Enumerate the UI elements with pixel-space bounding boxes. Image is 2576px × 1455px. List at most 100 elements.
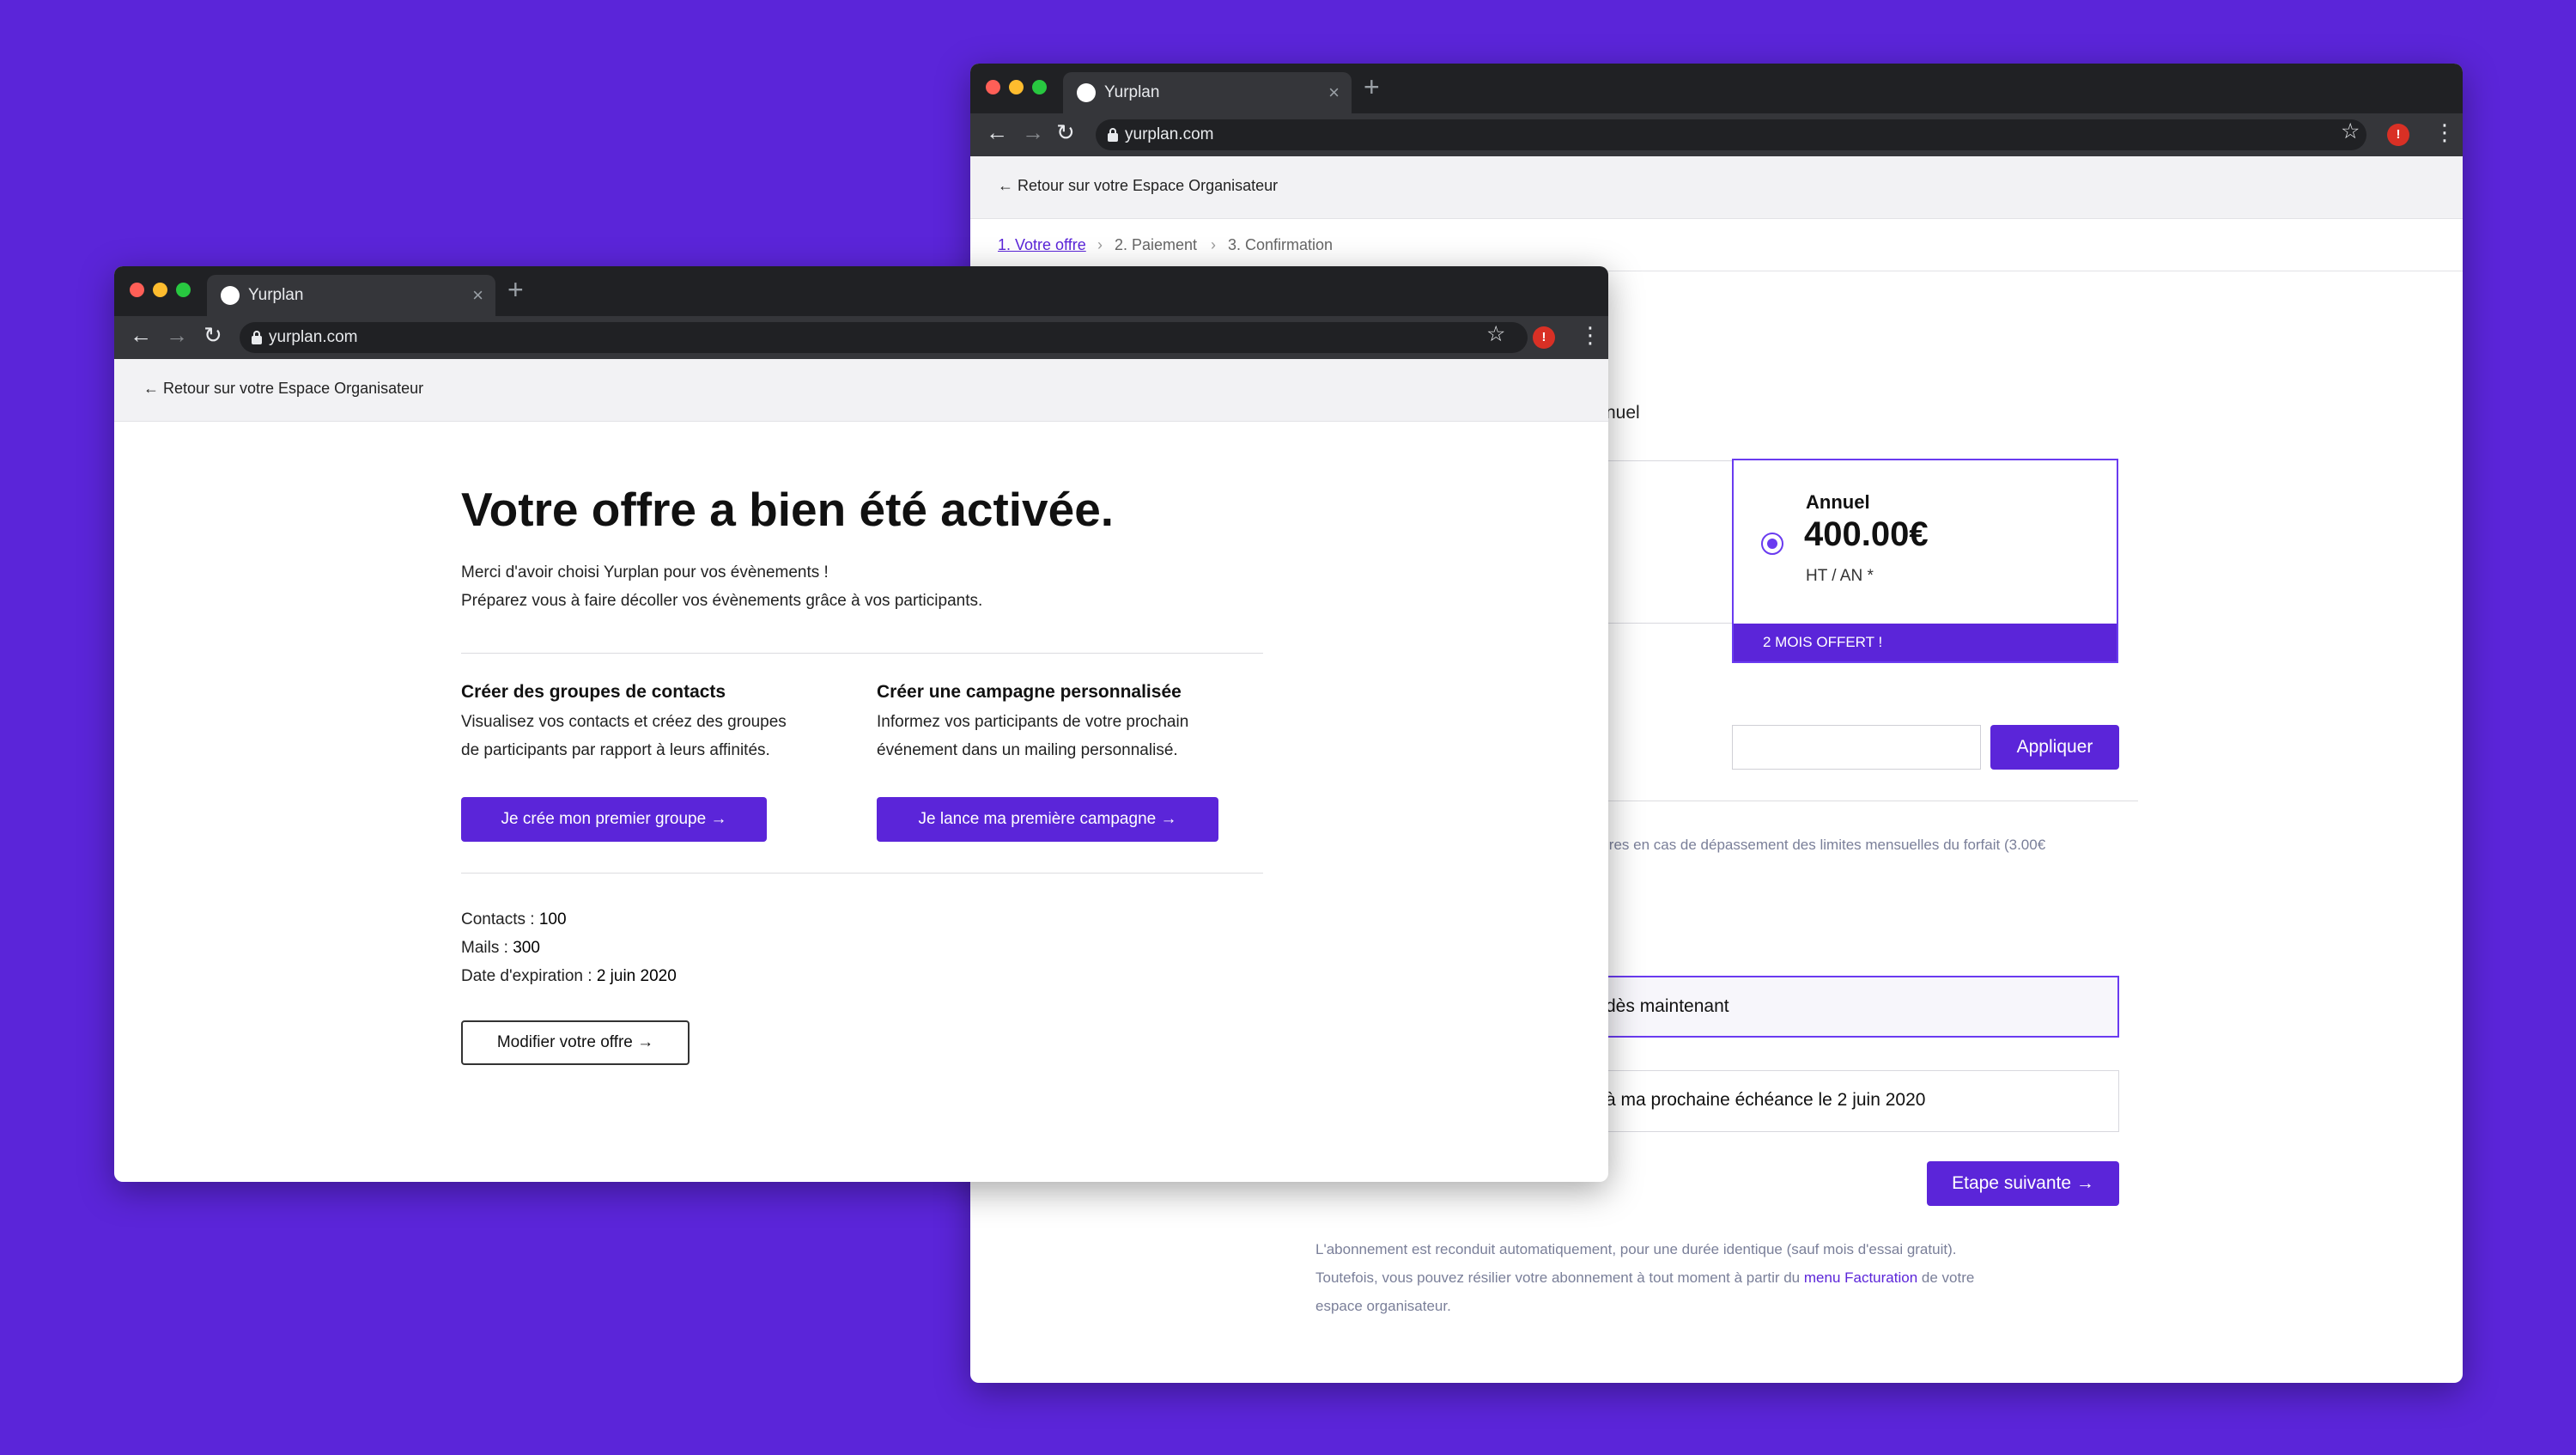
start-next-due-label: à ma prochaine échéance le 2 juin 2020 bbox=[1606, 1090, 1926, 1110]
organizer-bar: ← Retour sur votre Espace Organisateur bbox=[970, 156, 2463, 219]
section-title: Créer des groupes de contacts bbox=[461, 682, 726, 702]
url-text: yurplan.com bbox=[1125, 125, 1214, 143]
confirmation-content: Votre offre a bien été activée. Merci d'… bbox=[461, 481, 1268, 615]
reload-icon[interactable]: ↻ bbox=[1056, 121, 1075, 143]
divider bbox=[461, 653, 1263, 654]
overage-note: ires en cas de dépassement des limites m… bbox=[1606, 837, 2046, 853]
address-bar[interactable]: yurplan.com bbox=[1096, 119, 2366, 150]
close-window-button[interactable] bbox=[130, 283, 144, 297]
next-step-button[interactable]: Etape suivante → bbox=[1927, 1161, 2119, 1206]
back-arrow-icon[interactable]: ← bbox=[130, 324, 152, 346]
stat-value: 2 juin 2020 bbox=[596, 967, 677, 985]
stat-label: Date d'expiration : bbox=[461, 967, 597, 985]
stat-value: 100 bbox=[538, 910, 567, 928]
modify-offer-button[interactable]: Modifier votre offre → bbox=[461, 1020, 690, 1065]
intro-line: Préparez vous à faire décoller vos évène… bbox=[461, 592, 983, 610]
expiry-stat: Date d'expiration : 2 juin 2020 bbox=[461, 962, 677, 990]
section-title: Créer une campagne personnalisée bbox=[877, 682, 1182, 702]
contact-groups-section: Créer des groupes de contacts Visualisez… bbox=[461, 682, 848, 764]
stat-value: 300 bbox=[513, 939, 540, 957]
window-controls bbox=[130, 283, 191, 297]
browser-toolbar: ← → ↻ yurplan.com ☆ ! ⋮ bbox=[970, 113, 2463, 156]
footnote-text: de votre bbox=[1917, 1269, 1975, 1286]
minimize-window-button[interactable] bbox=[1009, 80, 1024, 94]
create-group-button[interactable]: Je crée mon premier groupe → bbox=[461, 797, 767, 842]
description-line: Visualisez vos contacts et créez des gro… bbox=[461, 713, 787, 731]
browser-menu-icon[interactable]: ⋮ bbox=[2433, 121, 2456, 143]
breadcrumb: 1. Votre offre › 2. Paiement › 3. Confir… bbox=[970, 219, 2463, 271]
close-window-button[interactable] bbox=[986, 80, 1000, 94]
tab-title: Yurplan bbox=[1104, 83, 1160, 101]
forward-arrow-icon[interactable]: → bbox=[1022, 121, 1044, 143]
breadcrumb-step-offer[interactable]: 1. Votre offre bbox=[998, 236, 1086, 254]
lock-icon bbox=[252, 331, 262, 344]
plan-offer-text: 2 MOIS OFFERT ! bbox=[1763, 634, 1883, 650]
description-line: événement dans un mailing personnalisé. bbox=[877, 741, 1178, 759]
breadcrumb-step-confirmation: 3. Confirmation bbox=[1228, 236, 1334, 253]
section-description: Visualisez vos contacts et créez des gro… bbox=[461, 708, 848, 764]
plan-unit: HT / AN * bbox=[1806, 567, 1874, 585]
window-controls bbox=[986, 80, 1047, 94]
tab-bar: Yurplan × + bbox=[114, 266, 1608, 316]
browser-toolbar: ← → ↻ yurplan.com ☆ ! ⋮ bbox=[114, 316, 1608, 359]
close-tab-icon[interactable]: × bbox=[472, 284, 483, 307]
stat-label: Contacts : bbox=[461, 910, 539, 928]
description-line: de participants par rapport à leurs affi… bbox=[461, 741, 770, 759]
breadcrumb-separator: › bbox=[1097, 236, 1103, 253]
billing-menu-link[interactable]: menu Facturation bbox=[1804, 1269, 1917, 1286]
bookmark-star-icon[interactable]: ☆ bbox=[1486, 324, 1505, 345]
footnote-line: Toutefois, vous pouvez résilier votre ab… bbox=[1315, 1263, 2123, 1292]
plan-price: 400.00€ bbox=[1804, 515, 1929, 553]
minimize-window-button[interactable] bbox=[153, 283, 167, 297]
browser-menu-icon[interactable]: ⋮ bbox=[1579, 324, 1601, 346]
contacts-stat: Contacts : 100 bbox=[461, 905, 677, 934]
favicon-icon bbox=[1077, 83, 1096, 102]
intro-text: Merci d'avoir choisi Yurplan pour vos év… bbox=[461, 558, 1268, 615]
close-tab-icon[interactable]: × bbox=[1328, 82, 1340, 104]
campaign-section: Créer une campagne personnalisée Informe… bbox=[877, 682, 1263, 764]
period-label: nuel bbox=[1606, 403, 1640, 423]
reload-icon[interactable]: ↻ bbox=[204, 324, 222, 346]
launch-campaign-button[interactable]: Je lance ma première campagne → bbox=[877, 797, 1218, 842]
browser-tab[interactable]: Yurplan × bbox=[207, 275, 495, 316]
start-now-option[interactable]: dès maintenant bbox=[1606, 976, 2119, 1038]
back-to-organizer-link[interactable]: ← Retour sur votre Espace Organisateur bbox=[143, 380, 423, 398]
annual-plan-radio[interactable] bbox=[1761, 533, 1783, 555]
page-title: Votre offre a bien été activée. bbox=[461, 483, 1115, 536]
intro-line: Merci d'avoir choisi Yurplan pour vos év… bbox=[461, 563, 829, 581]
tab-title: Yurplan bbox=[248, 286, 304, 304]
tab-bar: Yurplan × + bbox=[970, 64, 2463, 113]
forward-arrow-icon[interactable]: → bbox=[166, 324, 188, 346]
maximize-window-button[interactable] bbox=[1032, 80, 1047, 94]
breadcrumb-step-payment: 2. Paiement bbox=[1115, 236, 1198, 253]
start-next-due-option[interactable]: à ma prochaine échéance le 2 juin 2020 bbox=[1606, 1070, 2119, 1132]
footnote-line: espace organisateur. bbox=[1315, 1298, 1451, 1314]
plan-name: Annuel bbox=[1806, 491, 1870, 513]
section-description: Informez vos participants de votre proch… bbox=[877, 708, 1263, 764]
stat-label: Mails : bbox=[461, 939, 513, 957]
new-tab-icon[interactable]: + bbox=[1364, 73, 1380, 100]
extension-icon[interactable]: ! bbox=[2387, 124, 2409, 146]
footnote-line: L'abonnement est reconduit automatiqueme… bbox=[1315, 1241, 1957, 1257]
extension-icon[interactable]: ! bbox=[1533, 326, 1555, 349]
description-line: Informez vos participants de votre proch… bbox=[877, 713, 1189, 731]
bookmark-star-icon[interactable]: ☆ bbox=[2341, 121, 2360, 143]
maximize-window-button[interactable] bbox=[176, 283, 191, 297]
renewal-footnote: L'abonnement est reconduit automatiqueme… bbox=[1315, 1235, 2123, 1320]
annual-plan-card[interactable]: Annuel 400.00€ HT / AN * 2 MOIS OFFERT ! bbox=[1732, 459, 2118, 663]
favicon-icon bbox=[221, 286, 240, 305]
apply-promo-button[interactable]: Appliquer bbox=[1990, 725, 2119, 770]
lock-icon bbox=[1108, 128, 1118, 142]
promo-code-input[interactable] bbox=[1732, 725, 1981, 770]
plan-offer-banner: 2 MOIS OFFERT ! bbox=[1734, 624, 2117, 661]
organizer-bar: ← Retour sur votre Espace Organisateur bbox=[114, 359, 1608, 422]
mails-stat: Mails : 300 bbox=[461, 934, 677, 962]
browser-tab[interactable]: Yurplan × bbox=[1063, 72, 1352, 113]
start-now-label: dès maintenant bbox=[1606, 996, 1729, 1016]
address-bar[interactable]: yurplan.com bbox=[240, 322, 1528, 353]
back-arrow-icon[interactable]: ← bbox=[986, 121, 1008, 143]
offer-stats: Contacts : 100 Mails : 300 Date d'expira… bbox=[461, 905, 677, 990]
back-to-organizer-link[interactable]: ← Retour sur votre Espace Organisateur bbox=[998, 177, 1278, 195]
front-browser-window: Yurplan × + ← → ↻ yurplan.com ☆ ! ⋮ ← Re… bbox=[114, 266, 1608, 1182]
new-tab-icon[interactable]: + bbox=[507, 276, 524, 303]
